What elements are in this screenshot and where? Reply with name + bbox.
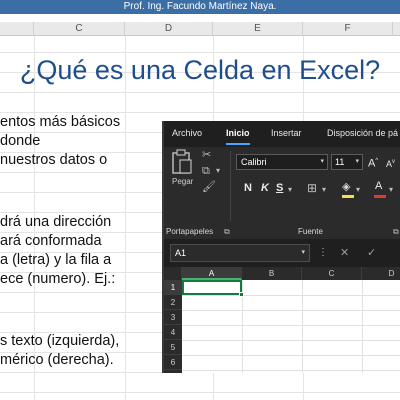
grid-column-header[interactable]: A	[182, 267, 242, 280]
grid-row-header[interactable]: 7	[164, 370, 182, 373]
font-group-label: Fuente	[298, 227, 323, 236]
increase-font-icon[interactable]: A^	[368, 155, 378, 170]
cell-gridline	[302, 280, 303, 373]
font-color-icon[interactable]: A	[375, 180, 382, 192]
select-all-corner[interactable]	[164, 267, 182, 280]
body-text-line: entos más básicos	[0, 114, 121, 130]
excel-grid: A B C D 1 2 3 4 5 6 7	[164, 267, 400, 373]
font-size-select[interactable]: 11 ▾	[331, 154, 363, 170]
chevron-down-icon[interactable]: ▾	[356, 184, 360, 196]
grid-row-header[interactable]: 3	[164, 310, 182, 325]
sheet-column-header[interactable]: C	[34, 22, 125, 36]
chevron-down-icon: ▾	[355, 158, 359, 165]
cell-gridline	[182, 370, 400, 371]
gridline	[0, 112, 400, 113]
body-text-line: ará conformada	[0, 233, 102, 249]
sheet-column-header[interactable]: D	[125, 22, 213, 36]
chevron-down-icon[interactable]: ▾	[216, 165, 220, 177]
grid-row-header[interactable]: 1	[164, 280, 182, 295]
paste-label: Pegar	[172, 177, 194, 186]
body-text-line: a (letra) y la fila a	[0, 252, 112, 268]
cell-gridline	[182, 325, 400, 326]
font-color-swatch	[374, 195, 386, 198]
italic-button[interactable]: K	[261, 182, 269, 194]
ribbon-tabs: Archivo Inicio Insertar Disposición de p…	[164, 121, 400, 147]
fill-color-swatch	[342, 195, 354, 198]
grid-row-header[interactable]: 4	[164, 325, 182, 340]
grid-column-header[interactable]: D	[362, 267, 400, 280]
grid-row-header[interactable]: 6	[164, 355, 182, 370]
tab-disposicion[interactable]: Disposición de pá	[327, 128, 398, 138]
cell-area[interactable]	[182, 280, 400, 373]
name-box[interactable]: A1 ▾	[170, 244, 310, 262]
decrease-font-icon[interactable]: Av	[386, 156, 395, 170]
sheet-column-header[interactable]: F	[303, 22, 393, 36]
gridline	[0, 392, 400, 393]
cell-gridline	[182, 355, 400, 356]
tab-archivo[interactable]: Archivo	[172, 128, 202, 138]
body-text-line: drá una dirección	[0, 214, 112, 230]
borders-icon[interactable]: ⊞	[307, 182, 317, 194]
gridline	[0, 52, 400, 53]
chevron-down-icon[interactable]: ▾	[322, 184, 326, 196]
body-text-line: nuestros datos o	[0, 152, 108, 168]
format-painter-icon[interactable]: 🖌	[202, 181, 216, 193]
chevron-down-icon: ▾	[301, 249, 305, 256]
slide-title: ¿Qué es una Celda en Excel?	[19, 55, 381, 85]
tab-insertar[interactable]: Insertar	[271, 128, 302, 138]
copy-icon[interactable]: ⧉	[202, 165, 210, 177]
more-options-icon[interactable]: ⋮	[318, 247, 328, 259]
font-name-value: Calibri	[241, 157, 267, 167]
grid-row-header[interactable]: 2	[164, 295, 182, 310]
font-size-value: 11	[335, 157, 345, 167]
grid-column-header[interactable]: C	[302, 267, 362, 280]
gridline	[0, 92, 400, 93]
cancel-icon[interactable]: ✕	[340, 247, 349, 259]
active-tab-indicator	[226, 143, 250, 145]
fill-color-icon[interactable]: ◈	[342, 181, 350, 193]
sheet-column-spacer	[0, 22, 34, 36]
font-name-select[interactable]: Calibri ▾	[236, 154, 328, 170]
group-divider	[230, 151, 231, 221]
name-box-value: A1	[175, 248, 187, 258]
grid-row-header[interactable]: 5	[164, 340, 182, 355]
grid-column-headers: A B C D	[164, 267, 400, 280]
excel-screenshot: Archivo Inicio Insertar Disposición de p…	[162, 121, 400, 373]
paste-icon	[172, 149, 192, 174]
cell-gridline	[182, 340, 400, 341]
clipboard-group-label: Portapapeles	[166, 227, 214, 236]
body-text-line: donde	[0, 133, 41, 149]
cell-gridline	[362, 280, 363, 373]
body-text-line: s texto (izquierda),	[0, 333, 120, 349]
gridline	[125, 36, 126, 400]
underline-button[interactable]: S	[276, 182, 283, 194]
cell-gridline	[182, 310, 400, 311]
cell-gridline	[182, 295, 400, 296]
body-text-line: ece (numero). Ej.:	[0, 271, 116, 287]
body-text-line: mérico (derecha).	[0, 352, 114, 368]
cut-icon[interactable]: ✂	[202, 149, 211, 161]
ribbon-home: Pegar ✂ ⧉ ▾ 🖌 Calibri ▾ 11 ▾ A^ Av N K S…	[164, 147, 400, 239]
dialog-launcher-icon[interactable]: ⧉	[393, 226, 399, 238]
dialog-launcher-icon[interactable]: ⧉	[224, 226, 230, 238]
sheet-column-headers: C D E F	[0, 22, 400, 36]
confirm-icon[interactable]: ✓	[367, 247, 376, 259]
active-cell-a1[interactable]	[182, 280, 242, 295]
chevron-down-icon: ▾	[320, 158, 324, 165]
formula-bar: A1 ▾ ⋮ ✕ ✓	[164, 239, 400, 267]
paste-button[interactable]: Pegar	[170, 149, 198, 193]
grid-column-header[interactable]: B	[242, 267, 302, 280]
tab-inicio[interactable]: Inicio	[226, 128, 250, 138]
chevron-down-icon[interactable]: ▾	[288, 184, 292, 196]
chevron-down-icon[interactable]: ▾	[389, 184, 393, 196]
fill-handle[interactable]	[239, 292, 244, 297]
sheet-column-header[interactable]: E	[213, 22, 303, 36]
bold-button[interactable]: N	[244, 182, 252, 194]
author-banner: Prof. Ing. Facundo Martínez Naya.	[0, 0, 400, 14]
